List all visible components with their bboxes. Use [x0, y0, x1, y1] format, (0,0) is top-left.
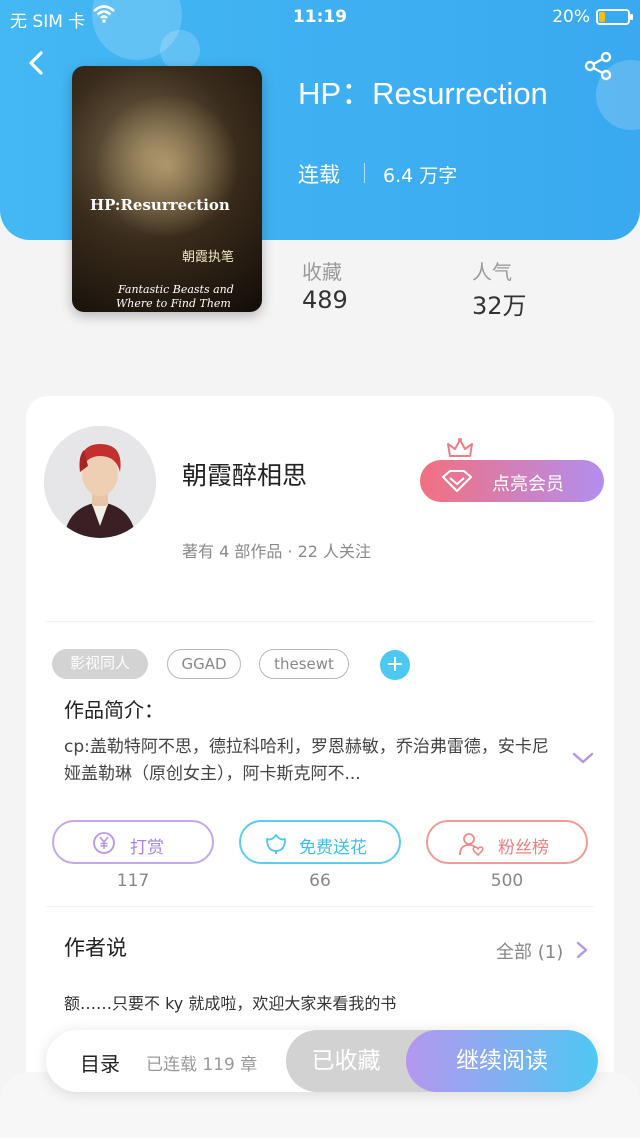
add-tag-button[interactable]: + — [380, 650, 410, 680]
author-says-text: 额……只要不 ky 就成啦，欢迎大家来看我的书 — [64, 994, 397, 1013]
status-bar: 无 SIM 卡 11:19 20% — [0, 0, 640, 34]
battery-percent: 20% — [552, 7, 590, 27]
intro-text: cp:盖勒特阿不思，德拉科哈利，罗恩赫敏，乔治弗雷德，安卡尼娅盖勒琳（原创女主）… — [64, 737, 549, 784]
book-title: HP：Resurrection — [298, 76, 548, 111]
continue-reading-label: 继续阅读 — [456, 1048, 548, 1074]
crown-icon — [447, 438, 473, 457]
cover-subtitle: Where to Find Them — [116, 297, 231, 310]
author-name[interactable]: 朝霞醉相思 — [182, 456, 307, 492]
book-word-count: 6.4 万字 — [383, 165, 458, 187]
add-icon: + — [385, 652, 405, 677]
send-flower-label: 免费送花 — [299, 838, 367, 858]
avatar[interactable] — [44, 426, 156, 538]
toc-button[interactable]: 目录 — [80, 1048, 120, 1077]
divider — [364, 163, 365, 183]
continue-reading-button[interactable]: 继续阅读 — [406, 1030, 598, 1092]
stat-label-popularity: 人气 — [472, 260, 512, 284]
reward-button[interactable]: 打赏 — [52, 820, 214, 864]
author-meta: 著有 4 部作品 · 22 人关注 — [182, 542, 372, 561]
collected-label: 已收藏 — [311, 1048, 381, 1074]
reward-count: 117 — [116, 871, 150, 891]
stat-label-favorites: 收藏 — [302, 260, 342, 284]
tag[interactable]: 影视同人 — [52, 649, 148, 679]
book-cover[interactable]: HP:Resurrection 朝霞执笔 Fantastic Beasts an… — [72, 66, 262, 312]
stat-value-favorites: 489 — [302, 286, 348, 314]
decor-bubble — [160, 30, 200, 70]
reward-label: 打赏 — [130, 838, 164, 858]
book-status: 连载 — [298, 163, 340, 187]
vip-label: 点亮会员 — [492, 474, 564, 495]
author-card: 朝霞醉相思 点亮会员 著有 4 部作品 · 22 人关注 影视同人 GGAD t… — [26, 396, 614, 1138]
chevron-right-icon[interactable] — [576, 941, 588, 959]
chapter-count[interactable]: 已连载 119 章 — [146, 1050, 257, 1075]
author-says-heading: 作者说 — [64, 936, 127, 960]
intro-heading: 作品简介： — [64, 698, 164, 722]
avatar-portrait — [44, 426, 156, 538]
flower-count: 66 — [309, 871, 331, 891]
fans-ranking-button[interactable]: 粉丝榜 — [426, 820, 588, 864]
bottom-action-bar: 目录 已连载 119 章 已收藏 继续阅读 — [46, 1030, 598, 1092]
divider — [46, 621, 594, 622]
author-says-all-link[interactable]: 全部 (1) — [496, 938, 563, 964]
battery-fill — [599, 12, 605, 22]
flower-icon — [266, 834, 286, 854]
back-icon[interactable] — [22, 48, 52, 78]
fan-icon — [459, 833, 484, 857]
divider — [46, 906, 594, 907]
cover-title: HP:Resurrection — [90, 196, 230, 214]
cover-signature: 朝霞执笔 — [182, 250, 235, 265]
stat-value-popularity: 32万 — [472, 292, 527, 320]
cover-subtitle: Fantastic Beasts and — [118, 283, 234, 296]
expand-icon[interactable] — [572, 750, 594, 766]
fans-count: 500 — [490, 871, 524, 891]
fans-ranking-label: 粉丝榜 — [498, 838, 549, 858]
tag[interactable]: GGAD — [167, 649, 241, 679]
clock: 11:19 — [292, 7, 348, 27]
battery-icon — [596, 9, 633, 25]
send-flower-button[interactable]: 免费送花 — [239, 820, 401, 864]
vip-button[interactable]: 点亮会员 — [420, 460, 604, 502]
share-icon[interactable] — [582, 50, 614, 82]
yen-icon — [93, 832, 115, 854]
tag[interactable]: thesewt — [259, 649, 349, 679]
diamond-icon — [442, 470, 472, 492]
cover-art — [92, 96, 242, 236]
